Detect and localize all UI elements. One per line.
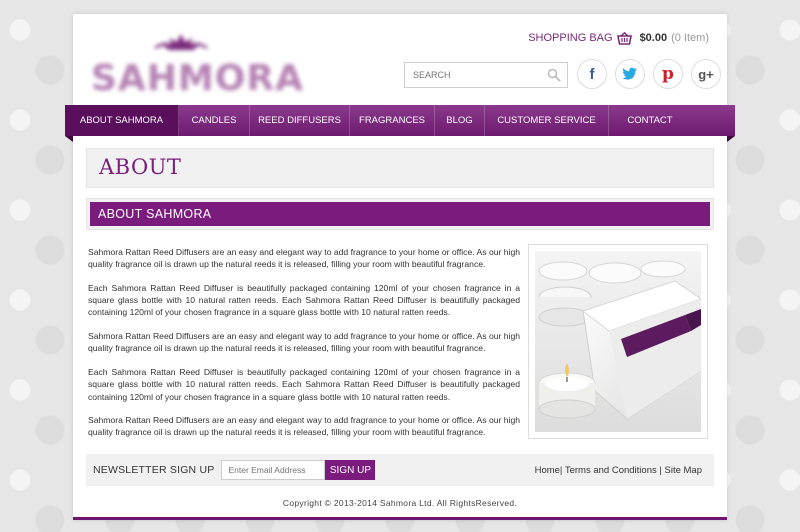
page-title: ABOUT — [99, 155, 182, 179]
paragraph: Sahmora Rattan Reed Diffusers are an eas… — [88, 415, 521, 438]
section-title-box: ABOUT SAHMORA — [86, 198, 714, 230]
signup-button[interactable]: SIGN UP — [325, 460, 376, 480]
pinterest-icon[interactable]: p — [653, 59, 683, 89]
brand-logo[interactable]: SAHMORA — [91, 32, 304, 104]
newsletter-email-input[interactable] — [221, 460, 326, 480]
crest-icon — [154, 34, 208, 50]
nav-item-candles[interactable]: CANDLES — [179, 105, 250, 136]
nav-item-contact[interactable]: CONTACT — [609, 105, 691, 136]
nav-item-about-sahmora[interactable]: ABOUT SAHMORA — [65, 105, 179, 136]
page-container: SAHMORA SHOPPING BAG $0.00 (0 Item) f t — [65, 14, 735, 520]
twitter-bird-icon — [622, 67, 637, 80]
newsletter-label: NEWSLETTER SIGN UP — [93, 464, 215, 476]
nav-item-fragrances[interactable]: FRAGRANCES — [350, 105, 435, 136]
candles-photo — [535, 251, 701, 432]
social-links: f t p g+ — [577, 59, 721, 89]
twitter-icon[interactable]: t — [615, 59, 645, 89]
about-text: Sahmora Rattan Reed Diffusers are an eas… — [88, 246, 520, 450]
cart-item-count: (0 Item) — [671, 32, 709, 44]
nav-item-reed-diffusers[interactable]: REED DIFFUSERS — [250, 105, 350, 136]
search-box — [404, 62, 568, 88]
main-navigation: ABOUT SAHMORA CANDLES REED DIFFUSERS FRA… — [65, 105, 735, 142]
nav-item-blog[interactable]: BLOG — [435, 105, 485, 136]
google-plus-icon[interactable]: g+ — [691, 59, 721, 89]
footer-links: Home| Terms and Conditions | Site Map — [534, 464, 703, 476]
shopping-bag[interactable]: SHOPPING BAG $0.00 (0 Item) — [528, 30, 709, 46]
section-title: ABOUT SAHMORA — [90, 202, 710, 226]
cart-amount: $0.00 — [639, 32, 668, 44]
footer-link-terms[interactable]: Terms and Conditions — [565, 465, 657, 476]
candles-illustration — [535, 251, 701, 432]
copyright: Copyright © 2013-2014 Sahmora Ltd. All R… — [282, 498, 518, 508]
footer-link-home[interactable]: Home — [535, 465, 560, 476]
product-photo-frame — [528, 244, 708, 439]
brand-name: SAHMORA — [91, 58, 304, 99]
paragraph: Each Sahmora Rattan Reed Diffuser is bea… — [88, 366, 520, 402]
page-title-box: ABOUT — [86, 148, 714, 188]
basket-icon — [616, 31, 632, 45]
search-input[interactable] — [405, 63, 535, 87]
paragraph: Sahmora Rattan Reed Diffusers are an eas… — [88, 331, 521, 354]
paragraph: Each Sahmora Rattan Reed Diffuser is bea… — [88, 282, 520, 318]
magnifier-icon[interactable] — [547, 68, 561, 82]
footer-link-sitemap[interactable]: Site Map — [665, 465, 703, 476]
nav-item-customer-service[interactable]: CUSTOMER SERVICE — [485, 105, 609, 136]
shopping-bag-label: SHOPPING BAG — [528, 32, 613, 44]
footer-bar: NEWSLETTER SIGN UP SIGN UP Home| Terms a… — [86, 454, 714, 486]
facebook-icon[interactable]: f — [577, 59, 607, 89]
paragraph: Sahmora Rattan Reed Diffusers are an eas… — [88, 247, 521, 270]
